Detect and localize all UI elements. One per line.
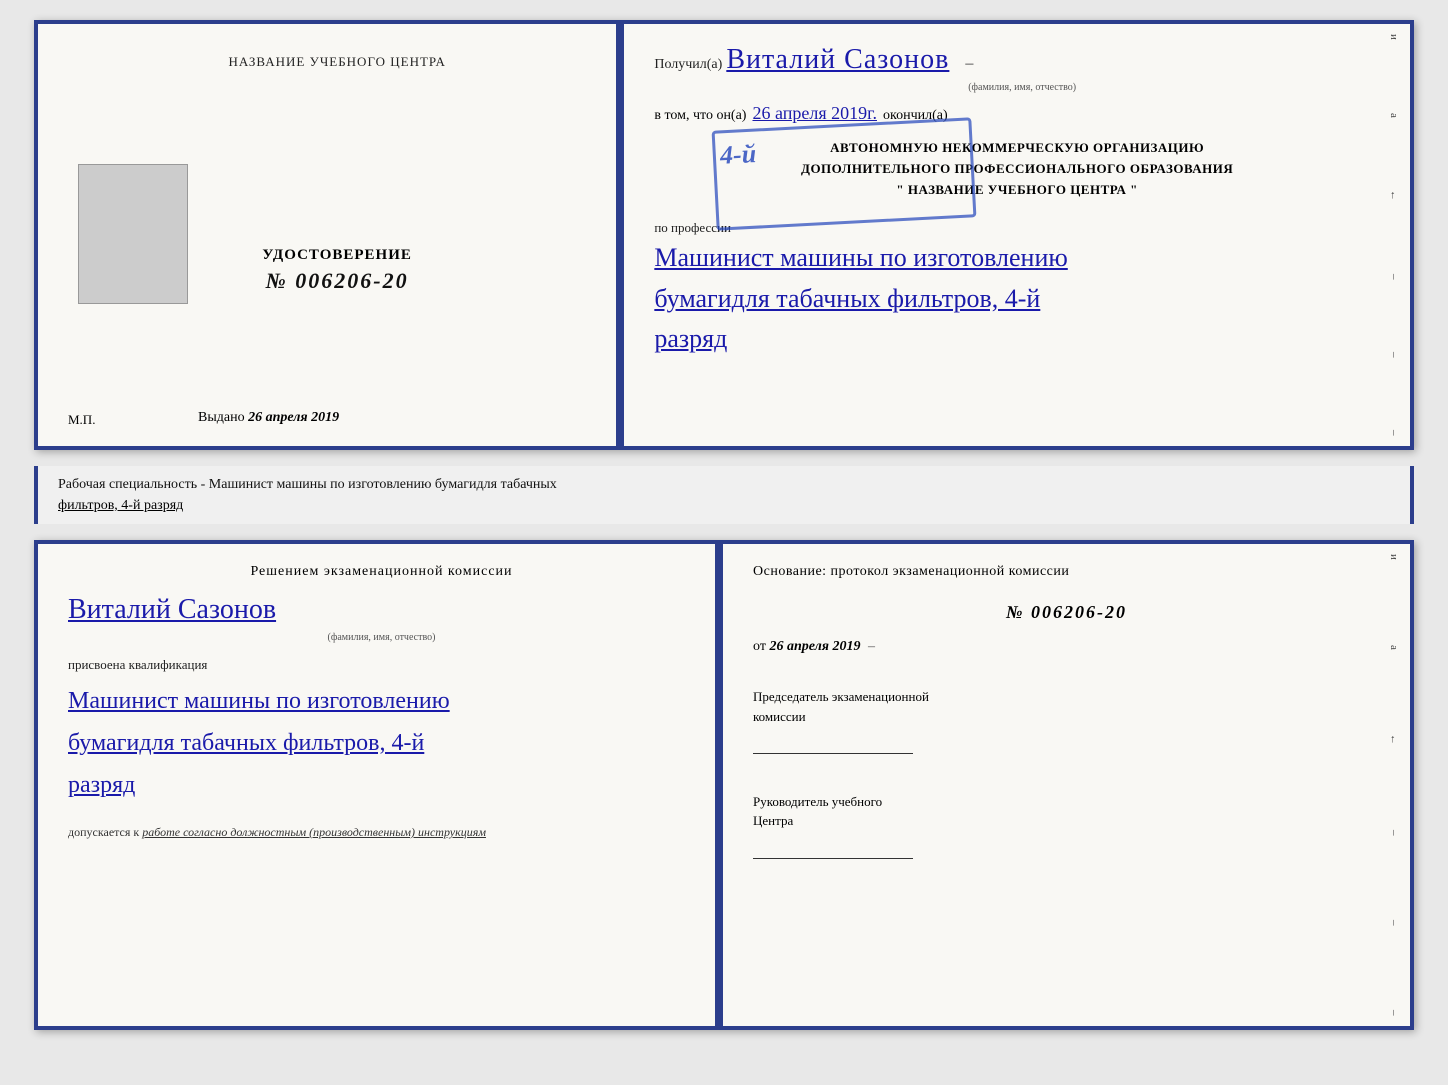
dash1: – (965, 55, 973, 73)
vtom-prefix: в том, что он(а) (654, 108, 746, 124)
stamp-text-1: АВТОНОМНУЮ НЕКОММЕРЧЕСКУЮ ОРГАНИЗАЦИЮ (830, 140, 1204, 155)
vtom-date: 26 апреля 2019г. (752, 103, 877, 124)
edge-letter-5: – (1388, 352, 1410, 358)
profession-prefix: по профессии (654, 220, 1380, 236)
chairman-label2: комиссии (753, 707, 1380, 727)
br-edge-letter-2: а (1388, 645, 1410, 650)
right-edge: и а ← – – – (1388, 24, 1410, 446)
br-number: № 006206-20 (753, 602, 1380, 623)
certificate-bottom: Решением экзаменационной комиссии Витали… (34, 540, 1414, 1030)
certificate-top: НАЗВАНИЕ УЧЕБНОГО ЦЕНТРА УДОСТОВЕРЕНИЕ №… (34, 20, 1414, 450)
desc-prefix: Рабочая специальность - Машинист машины … (58, 477, 557, 492)
br-edge-letter-6: – (1388, 1010, 1410, 1016)
bl-title: Решением экзаменационной комиссии (68, 564, 695, 580)
bl-допускается: допускается к работе согласно должностны… (68, 825, 695, 840)
br-edge-letter-1: и (1388, 554, 1410, 560)
bl-profession-3: разряд (68, 767, 695, 803)
bl-name: Виталий Сазонов (68, 594, 695, 626)
br-director: Руководитель учебного Центра (753, 792, 1380, 865)
profession-line1: Машинист машины по изготовлению (654, 240, 1380, 276)
cert-issued: Выдано 26 апреля 2019 (78, 410, 596, 426)
mp-label: М.П. (68, 412, 95, 428)
edge-letter-3: ← (1388, 190, 1410, 201)
br-chairman: Председатель экзаменационной комиссии (753, 687, 1380, 760)
vtom-line: в том, что он(а) 26 апреля 2019г. окончи… (654, 103, 1380, 124)
director-signature-line (753, 839, 913, 859)
stamp-line1: АВТОНОМНУЮ НЕКОММЕРЧЕСКУЮ ОРГАНИЗАЦИЮ ДО… (654, 138, 1380, 200)
cert-center: УДОСТОВЕРЕНИЕ № 006206-20 (262, 247, 412, 294)
br-date-dash: – (868, 639, 875, 654)
br-edge-letter-4: – (1388, 830, 1410, 836)
br-date-value: 26 апреля 2019 (769, 639, 860, 654)
br-date-prefix: от (753, 639, 766, 654)
cert-number: № 006206-20 (266, 268, 409, 294)
edge-letter-2: а (1388, 113, 1410, 118)
description-bar: Рабочая специальность - Машинист машины … (34, 466, 1414, 524)
br-date-line: от 26 апреля 2019 – (753, 639, 1380, 655)
description-text: Рабочая специальность - Машинист машины … (58, 474, 1390, 516)
photo-placeholder (78, 164, 188, 304)
bottom-right-edge: и а ← – – – (1388, 544, 1410, 1026)
stamp-text-3: " НАЗВАНИЕ УЧЕБНОГО ЦЕНТРА " (896, 182, 1137, 197)
допускается-prefix: допускается к (68, 825, 139, 839)
cert-label: УДОСТОВЕРЕНИЕ (262, 247, 412, 264)
bl-assigned-label: присвоена квалификация (68, 657, 695, 673)
допускается-text: работе согласно должностным (производств… (142, 825, 486, 839)
stamp-block: АВТОНОМНУЮ НЕКОММЕРЧЕСКУЮ ОРГАНИЗАЦИЮ ДО… (654, 134, 1380, 204)
edge-letter-4: – (1388, 274, 1410, 280)
director-label2: Центра (753, 811, 1380, 831)
br-edge-letter-5: – (1388, 920, 1410, 926)
name-subtitle: (фамилия, имя, отчество) (664, 82, 1380, 93)
bl-profession-1: Машинист машины по изготовлению (68, 683, 695, 719)
stamp-big-text: 4-й (720, 139, 758, 171)
cert-left-page: НАЗВАНИЕ УЧЕБНОГО ЦЕНТРА УДОСТОВЕРЕНИЕ №… (38, 24, 618, 446)
bl-profession-2: бумагидля табачных фильтров, 4-й (68, 725, 695, 761)
edge-letter-1: и (1388, 34, 1410, 40)
br-edge-letter-3: ← (1388, 734, 1410, 745)
stamp-text-2: ДОПОЛНИТЕЛЬНОГО ПРОФЕССИОНАЛЬНОГО ОБРАЗО… (801, 161, 1233, 176)
bl-name-subtitle: (фамилия, имя, отчество) (68, 632, 695, 643)
received-prefix: Получил(а) (654, 57, 722, 73)
edge-letter-6: – (1388, 430, 1410, 436)
director-label1: Руководитель учебного (753, 792, 1380, 812)
desc-underline: фильтров, 4-й разряд (58, 498, 183, 513)
chairman-signature-line (753, 734, 913, 754)
issued-prefix: Выдано (198, 410, 245, 425)
profession-line3: разряд (654, 321, 1380, 357)
bottom-left-page: Решением экзаменационной комиссии Витали… (38, 544, 717, 1026)
issued-date: 26 апреля 2019 (248, 410, 339, 425)
received-line: Получил(а) Виталий Сазонов – (654, 44, 1380, 76)
bottom-right-page: Основание: протокол экзаменационной коми… (723, 544, 1410, 1026)
recipient-name: Виталий Сазонов (726, 44, 949, 76)
vtom-suffix: окончил(а) (883, 108, 948, 124)
chairman-label1: Председатель экзаменационной (753, 687, 1380, 707)
profession-line2: бумагидля табачных фильтров, 4-й (654, 281, 1380, 317)
left-title: НАЗВАНИЕ УЧЕБНОГО ЦЕНТРА (228, 54, 445, 70)
cert-right-page: Получил(а) Виталий Сазонов – (фамилия, и… (624, 24, 1410, 446)
br-osnov: Основание: протокол экзаменационной коми… (753, 564, 1380, 580)
